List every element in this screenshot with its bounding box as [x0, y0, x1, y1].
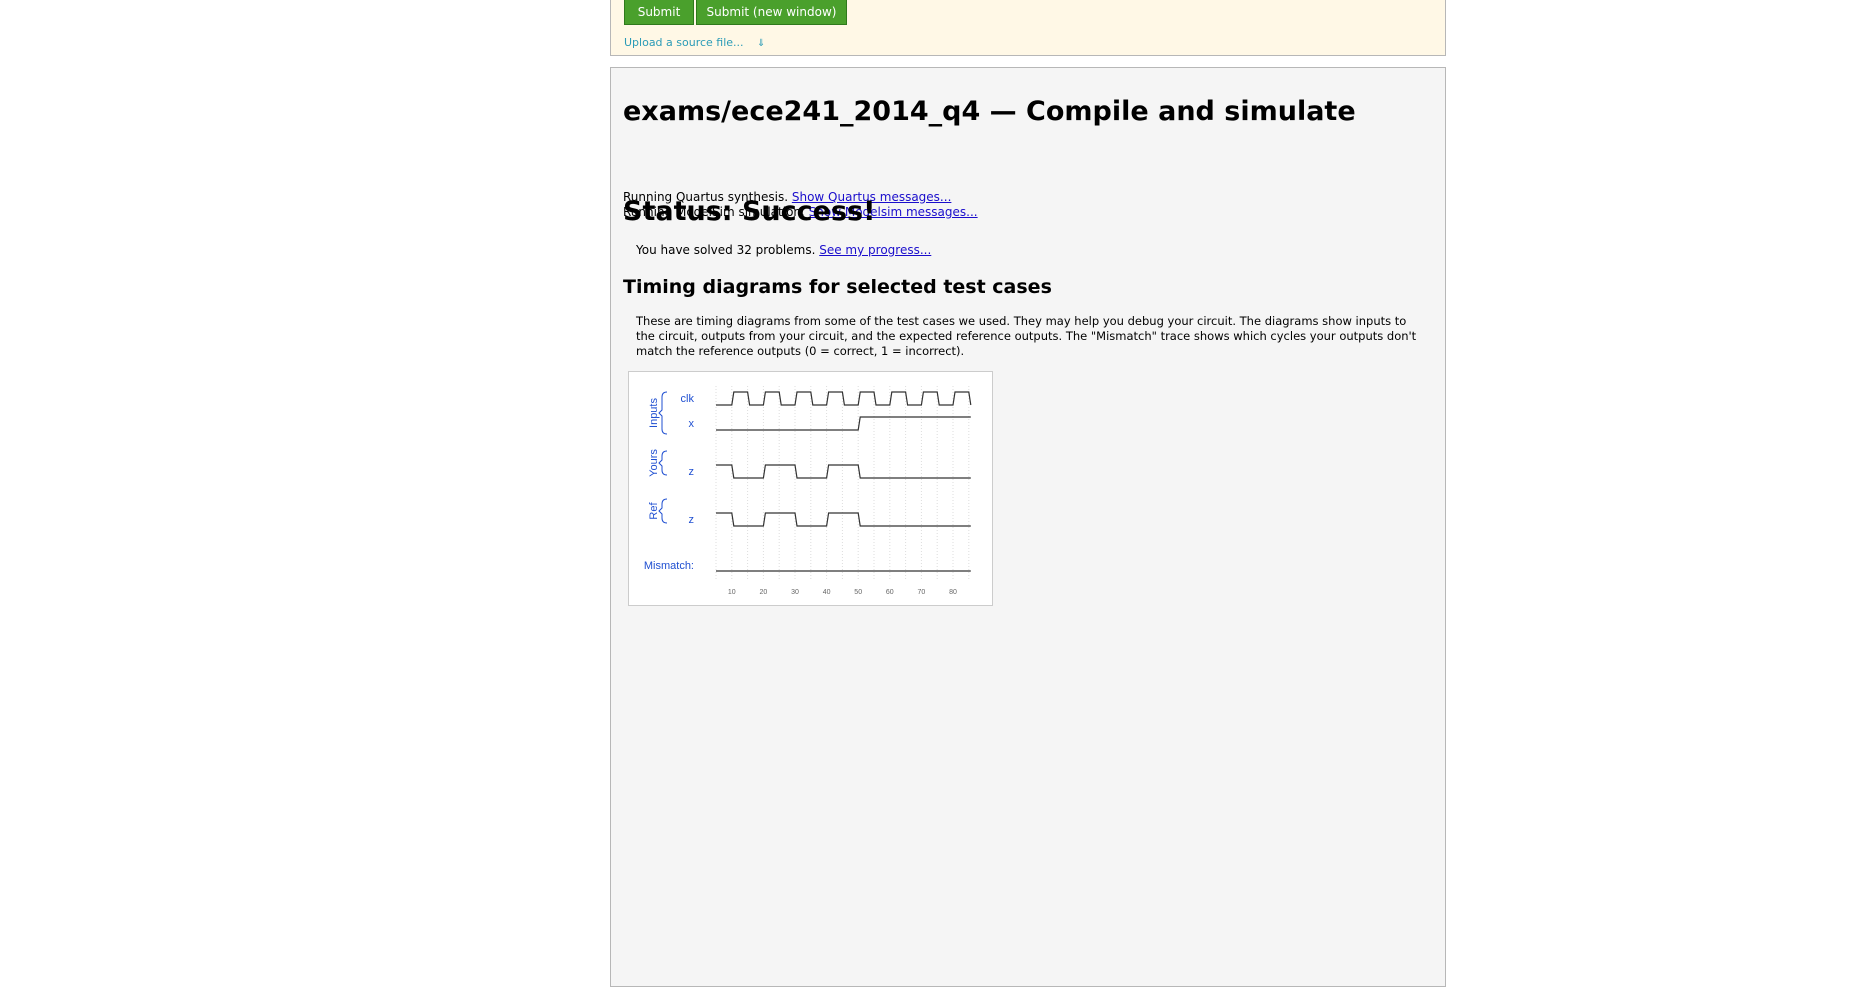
- solved-count-text: You have solved 32 problems.: [636, 243, 816, 257]
- submit-button[interactable]: Submit: [624, 0, 694, 25]
- mismatch-label: Mismatch:: [644, 560, 694, 572]
- time-tick-label: 40: [823, 589, 831, 596]
- signal-label-z: z: [689, 466, 695, 478]
- page-title: exams/ece241_2014_q4 — Compile and simul…: [623, 96, 1356, 127]
- upload-source-label: Upload a source file...: [624, 36, 744, 49]
- signal-trace-x: [716, 416, 971, 431]
- signal-label-x: x: [689, 418, 695, 430]
- timing-diagram: Inputs Yours Ref clk x z z Mismatch: 10 20 30 40 50 6…: [628, 371, 993, 606]
- time-tick-label: 50: [854, 589, 862, 596]
- time-tick-label: 30: [791, 589, 799, 596]
- time-tick-label: 20: [760, 589, 768, 596]
- submit-panel: Submit Submit (new window) Upload a sour…: [610, 0, 1446, 56]
- page: Submit Submit (new window) Upload a sour…: [0, 0, 1874, 987]
- signal-label-z: z: [689, 514, 695, 526]
- time-tick-label: 60: [886, 589, 894, 596]
- timing-description: These are timing diagrams from some of t…: [636, 314, 1417, 358]
- group-label-ref: Ref: [648, 502, 660, 520]
- result-panel: exams/ece241_2014_q4 — Compile and simul…: [610, 67, 1446, 987]
- signal-trace-z: [716, 512, 971, 527]
- signal-label-clk: clk: [681, 393, 695, 405]
- timing-diagrams-heading: Timing diagrams for selected test cases: [623, 276, 1052, 298]
- group-bracket: [658, 450, 668, 476]
- group-bracket: [658, 498, 668, 524]
- time-tick-label: 80: [949, 589, 957, 596]
- signal-trace-clk: [716, 391, 972, 406]
- group-bracket: [658, 391, 668, 435]
- double-chevron-down-icon[interactable]: ⇓: [757, 38, 765, 49]
- submit-new-window-button[interactable]: Submit (new window): [696, 0, 847, 25]
- solved-line: You have solved 32 problems. See my prog…: [636, 243, 931, 257]
- group-label-yours: Yours: [648, 449, 660, 477]
- time-tick-label: 10: [728, 589, 736, 596]
- timing-diagram-svg: Inputs Yours Ref clk x z z Mismatch: 10 20 30 40 50 6…: [644, 386, 972, 596]
- time-tick-label: 70: [918, 589, 926, 596]
- status-heading: Status: Success!: [623, 196, 876, 227]
- see-progress-link[interactable]: See my progress...: [819, 243, 931, 257]
- group-label-inputs: Inputs: [648, 398, 660, 428]
- signal-trace-z: [716, 464, 971, 479]
- upload-source-link[interactable]: Upload a source file... ⇓: [624, 36, 765, 49]
